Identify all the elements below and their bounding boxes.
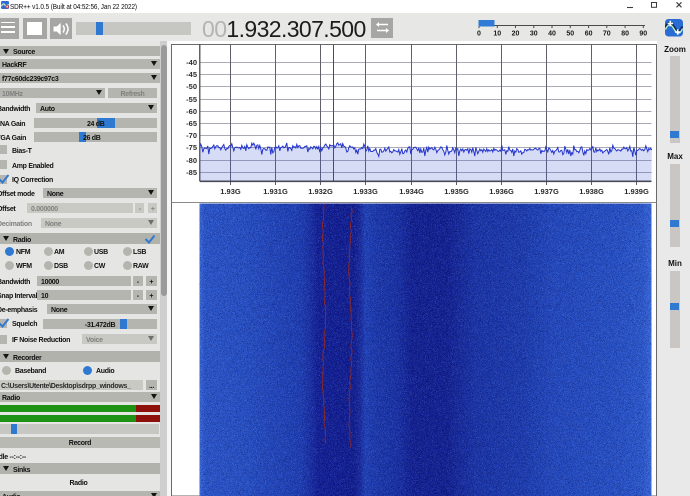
svg-text:10: 10 bbox=[493, 31, 501, 38]
svg-text:1.93G: 1.93G bbox=[220, 187, 241, 196]
svg-text:-50: -50 bbox=[186, 82, 197, 91]
svg-text:-45: -45 bbox=[186, 70, 197, 79]
svg-text:-65: -65 bbox=[186, 119, 197, 128]
svg-text:0: 0 bbox=[477, 31, 481, 38]
svg-text:-80: -80 bbox=[186, 156, 197, 165]
svg-text:1.932G: 1.932G bbox=[308, 187, 333, 196]
svg-text:-75: -75 bbox=[186, 143, 197, 152]
svg-text:30: 30 bbox=[530, 31, 538, 38]
svg-text:-70: -70 bbox=[186, 131, 197, 140]
svg-text:-60: -60 bbox=[186, 107, 197, 116]
svg-text:1.937G: 1.937G bbox=[534, 187, 559, 196]
svg-text:-55: -55 bbox=[186, 95, 197, 104]
svg-text:60: 60 bbox=[585, 31, 593, 38]
svg-text:1.935G: 1.935G bbox=[444, 187, 469, 196]
svg-text:20: 20 bbox=[512, 31, 520, 38]
svg-text:50: 50 bbox=[566, 31, 574, 38]
svg-text:1.931G: 1.931G bbox=[263, 187, 288, 196]
svg-text:40: 40 bbox=[548, 31, 556, 38]
svg-text:70: 70 bbox=[603, 31, 611, 38]
svg-text:1.938G: 1.938G bbox=[579, 187, 604, 196]
svg-text:1.939G: 1.939G bbox=[624, 187, 649, 196]
svg-text:1.933G: 1.933G bbox=[353, 187, 378, 196]
svg-text:-85: -85 bbox=[186, 168, 197, 177]
svg-text:1.936G: 1.936G bbox=[489, 187, 514, 196]
svg-text:90: 90 bbox=[639, 31, 647, 38]
svg-text:1.934G: 1.934G bbox=[399, 187, 424, 196]
svg-text:80: 80 bbox=[621, 31, 629, 38]
svg-text:-40: -40 bbox=[186, 58, 197, 67]
